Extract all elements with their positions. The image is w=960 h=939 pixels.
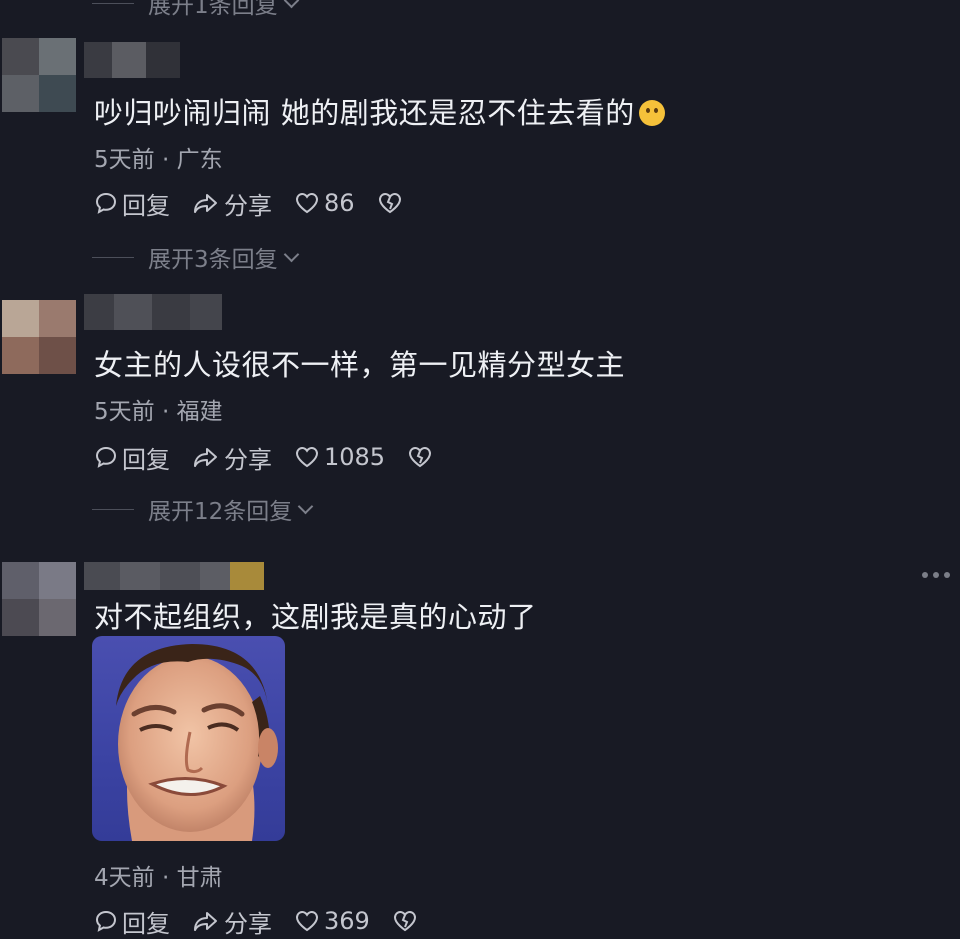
- meta-separator: ·: [161, 865, 170, 891]
- comment-meta: 5天前 · 广东: [94, 140, 223, 174]
- reply-button[interactable]: 回复: [94, 904, 170, 939]
- heart-icon: [295, 192, 319, 214]
- more-dot: [933, 572, 939, 578]
- share-arrow-icon: [194, 912, 217, 931]
- more-dot: [944, 572, 950, 578]
- expand-replies-label: 展开1条回复: [148, 0, 278, 19]
- reply-button[interactable]: 回复: [94, 440, 170, 475]
- avatar[interactable]: [2, 562, 76, 636]
- avatar[interactable]: [2, 300, 76, 374]
- expand-replies-label: 展开3条回复: [148, 247, 278, 273]
- comment-meta: 5天前 · 福建: [94, 392, 223, 426]
- chevron-down-icon: [283, 0, 299, 8]
- reply-label: 回复: [122, 909, 170, 938]
- reply-button[interactable]: 回复: [94, 186, 170, 221]
- like-button[interactable]: 369: [294, 907, 370, 935]
- reply-label: 回复: [122, 445, 170, 474]
- comment-time: 5天前: [94, 399, 155, 425]
- heart-icon: [295, 910, 319, 932]
- expand-replies-label: 展开12条回复: [148, 499, 293, 525]
- dislike-button[interactable]: [407, 445, 437, 469]
- meta-separator: ·: [161, 147, 170, 173]
- meta-separator: ·: [161, 399, 170, 425]
- username-blurred[interactable]: [84, 562, 264, 590]
- share-arrow-icon: [194, 194, 217, 213]
- comment-image[interactable]: [92, 636, 285, 841]
- comment-text: 吵归吵闹归闹 她的剧我还是忍不住去看的: [94, 90, 665, 132]
- share-arrow-icon: [194, 448, 217, 467]
- speech-bubble-icon: [95, 446, 117, 468]
- comment-time: 5天前: [94, 147, 155, 173]
- share-label: 分享: [224, 445, 272, 474]
- share-label: 分享: [224, 909, 272, 938]
- speech-bubble-icon: [95, 192, 117, 214]
- broken-heart-icon: [409, 446, 432, 468]
- like-button[interactable]: 1085: [294, 443, 385, 471]
- face-photo: [116, 644, 278, 841]
- username-blurred[interactable]: [84, 294, 222, 330]
- broken-heart-icon: [378, 192, 401, 214]
- like-button[interactable]: 86: [294, 189, 355, 217]
- expand-replies[interactable]: 展开3条回复: [92, 242, 299, 273]
- username-blurred[interactable]: [84, 42, 180, 78]
- comment-location: 广东: [176, 147, 223, 173]
- speech-bubble-icon: [95, 910, 117, 932]
- more-options-button[interactable]: [917, 572, 950, 578]
- avatar[interactable]: [2, 38, 76, 112]
- dislike-button[interactable]: [377, 191, 407, 215]
- expand-replies-top[interactable]: 展开1条回复: [92, 0, 299, 19]
- comment-meta: 4天前 · 甘肃: [94, 858, 223, 892]
- comment-location: 福建: [176, 399, 223, 425]
- share-button[interactable]: 分享: [192, 904, 272, 939]
- chevron-down-icon: [298, 498, 314, 514]
- comment-actions: 回复 分享 369: [94, 904, 444, 938]
- like-count: 369: [324, 907, 370, 935]
- comment-body: 吵归吵闹归闹 她的剧我还是忍不住去看的: [94, 96, 635, 130]
- comment-location: 甘肃: [176, 865, 223, 891]
- expand-replies[interactable]: 展开12条回复: [92, 494, 314, 525]
- share-label: 分享: [224, 191, 272, 220]
- share-button[interactable]: 分享: [192, 186, 272, 221]
- reply-label: 回复: [122, 191, 170, 220]
- divider-line: [92, 256, 134, 258]
- broken-heart-icon: [393, 910, 416, 932]
- like-count: 86: [324, 189, 355, 217]
- more-dots-icon: [922, 572, 928, 578]
- like-count: 1085: [324, 443, 386, 471]
- dislike-button[interactable]: [392, 909, 422, 933]
- comment-time: 4天前: [94, 865, 155, 891]
- divider-line: [92, 2, 134, 4]
- thinking-face-emoji: [638, 100, 665, 126]
- share-button[interactable]: 分享: [192, 440, 272, 475]
- chevron-down-icon: [283, 246, 299, 262]
- comment-text: 女主的人设很不一样，第一见精分型女主: [94, 348, 626, 382]
- heart-icon: [295, 446, 319, 468]
- divider-line: [92, 508, 134, 510]
- comment-actions: 回复 分享 1085: [94, 440, 459, 474]
- comment-actions: 回复 分享 86: [94, 186, 429, 220]
- comment-text: 对不起组织，这剧我是真的心动了: [94, 600, 537, 634]
